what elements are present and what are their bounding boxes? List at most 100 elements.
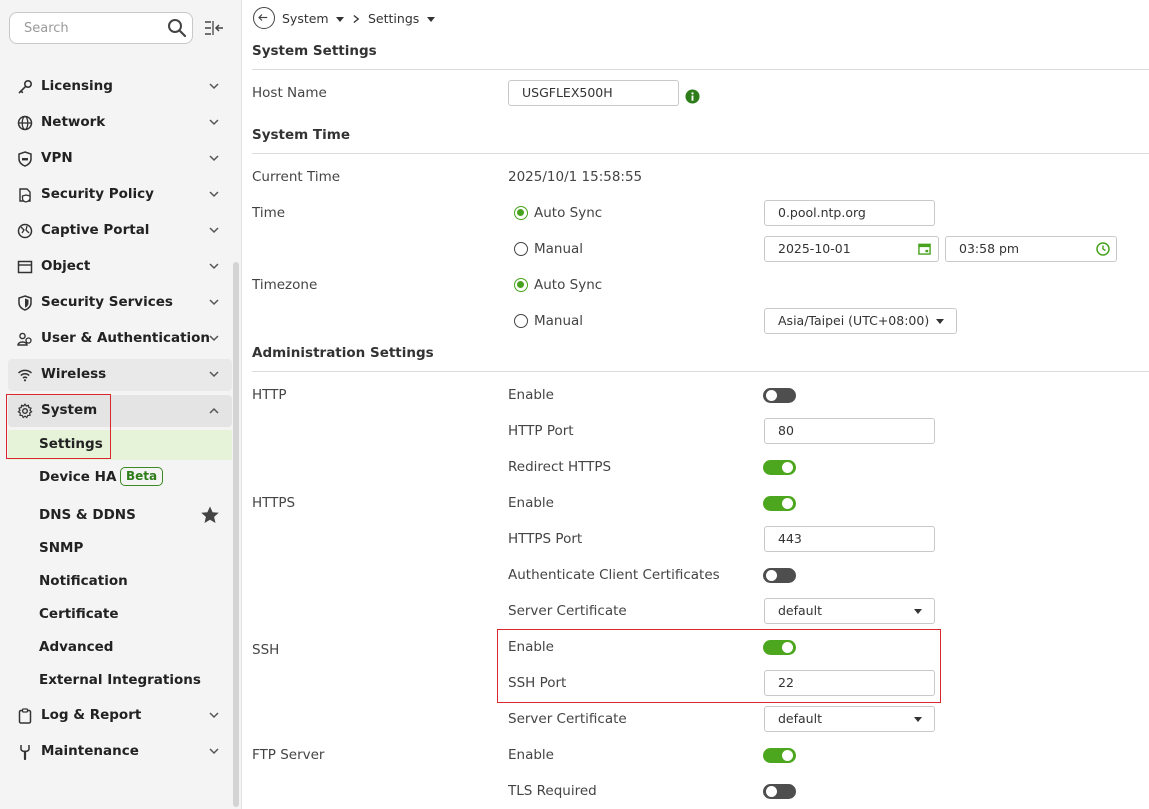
sidebar-subitem-notification[interactable]: Notification — [8, 567, 232, 597]
ftp-enable-toggle[interactable] — [763, 748, 796, 763]
https-label: HTTPS — [252, 495, 296, 511]
sidebar-item-label: Licensing — [41, 78, 113, 94]
ssh-port-input[interactable]: 22 — [764, 670, 935, 696]
star-icon[interactable] — [200, 505, 220, 525]
current-time-label: Current Time — [252, 169, 341, 185]
sidebar-subitem-label: Settings — [39, 436, 103, 452]
sidebar-item-object[interactable]: Object — [8, 251, 232, 283]
sidebar-item-label: Network — [41, 114, 106, 130]
key-icon — [18, 79, 33, 94]
host-name-input[interactable]: USGFLEX500H — [508, 80, 679, 106]
sidebar-subitem-label: External Integrations — [39, 672, 201, 688]
tls-required-toggle[interactable] — [763, 784, 796, 799]
sidebar-item-wireless[interactable]: Wireless — [8, 359, 232, 391]
sidebar-item-label: Wireless — [41, 366, 107, 382]
collapse-sidebar-icon[interactable] — [204, 20, 224, 36]
timezone-auto-sync-label: Auto Sync — [534, 277, 603, 293]
sidebar-item-label: User & Authentication — [41, 330, 211, 346]
caret-down-icon — [914, 717, 922, 722]
breadcrumb-system[interactable]: System — [282, 11, 329, 26]
sidebar-item-label: System — [41, 402, 98, 418]
chevron-down-icon — [209, 83, 219, 90]
ntp-server-input[interactable]: 0.pool.ntp.org — [764, 200, 935, 226]
time-auto-sync-radio[interactable] — [514, 206, 528, 220]
sidebar-subitem-settings[interactable]: Settings — [8, 430, 232, 460]
current-time-value: 2025/10/1 15:58:55 — [508, 169, 643, 185]
back-button[interactable] — [253, 7, 275, 29]
timezone-auto-sync-radio[interactable] — [514, 278, 528, 292]
sidebar-item-maintenance[interactable]: Maintenance — [8, 736, 232, 768]
arrow-left-icon — [258, 14, 268, 21]
auth-client-certs-label: Authenticate Client Certificates — [508, 567, 720, 583]
search-input[interactable] — [24, 19, 164, 37]
chevron-up-icon — [209, 407, 219, 414]
sidebar-subitem-label: Advanced — [39, 639, 114, 655]
breadcrumb-settings[interactable]: Settings — [368, 11, 419, 26]
http-label: HTTP — [252, 387, 287, 403]
sidebar-item-security-policy[interactable]: Security Policy — [8, 179, 232, 211]
sidebar-item-network[interactable]: Network — [8, 107, 232, 139]
ssh-enable-toggle[interactable] — [763, 640, 796, 655]
clipboard-icon — [18, 708, 32, 724]
section-title-system-time: System Time — [252, 127, 350, 143]
sidebar-subitem-snmp[interactable]: SNMP — [8, 534, 232, 564]
http-enable-toggle[interactable] — [763, 388, 796, 403]
https-port-input[interactable]: 443 — [764, 526, 935, 552]
info-icon[interactable] — [685, 89, 700, 104]
sidebar-item-user-authentication[interactable]: User & Authentication — [8, 323, 232, 355]
chevron-down-icon — [209, 371, 219, 378]
caret-down-icon[interactable] — [427, 17, 435, 22]
ssh-server-cert-value: default — [778, 711, 822, 726]
manual-date-input[interactable]: 2025-10-01 — [764, 236, 939, 262]
https-server-cert-label: Server Certificate — [508, 603, 627, 619]
security-policy-icon — [19, 188, 31, 203]
https-enable-label: Enable — [508, 495, 554, 511]
time-auto-sync-label: Auto Sync — [534, 205, 603, 221]
captive-portal-icon — [17, 223, 33, 239]
chevron-down-icon — [209, 748, 219, 755]
chevron-right-icon — [353, 14, 360, 24]
time-manual-radio[interactable] — [514, 242, 528, 256]
shield-vpn-icon — [18, 151, 32, 167]
sidebar-subitem-dns-ddns[interactable]: DNS & DDNS — [8, 501, 232, 531]
sidebar-item-log-report[interactable]: Log & Report — [8, 700, 232, 732]
sidebar-item-label: VPN — [41, 150, 73, 166]
sidebar-item-licensing[interactable]: Licensing — [8, 71, 232, 103]
manual-time-value: 03:58 pm — [959, 241, 1020, 256]
chevron-down-icon — [209, 712, 219, 719]
http-port-input[interactable]: 80 — [764, 418, 935, 444]
ftp-enable-label: Enable — [508, 747, 554, 763]
redirect-https-label: Redirect HTTPS — [508, 459, 612, 475]
https-server-cert-value: default — [778, 603, 822, 618]
ftp-server-label: FTP Server — [252, 747, 325, 763]
https-enable-toggle[interactable] — [763, 496, 796, 511]
search-icon[interactable] — [167, 18, 187, 38]
manual-time-input[interactable]: 03:58 pm — [945, 236, 1117, 262]
sidebar-subitem-advanced[interactable]: Advanced — [8, 633, 232, 663]
search-box[interactable] — [9, 12, 193, 44]
object-icon — [17, 260, 33, 274]
sidebar: Licensing Network VPN Security Policy Ca… — [0, 0, 242, 809]
clock-icon[interactable] — [1096, 242, 1110, 256]
calendar-icon[interactable] — [918, 242, 931, 255]
sidebar-item-system[interactable]: System — [8, 395, 232, 427]
sidebar-item-security-services[interactable]: Security Services — [8, 287, 232, 319]
redirect-https-toggle[interactable] — [763, 460, 796, 475]
ssh-server-cert-select[interactable]: default — [764, 706, 935, 732]
sidebar-item-captive-portal[interactable]: Captive Portal — [8, 215, 232, 247]
sidebar-subitem-external-integrations[interactable]: External Integrations — [8, 666, 232, 696]
sidebar-subitem-device-ha[interactable]: Device HA Beta — [8, 463, 232, 493]
sidebar-item-vpn[interactable]: VPN — [8, 143, 232, 175]
sidebar-item-label: Maintenance — [41, 743, 139, 759]
sidebar-scrollbar[interactable] — [233, 262, 239, 807]
sidebar-subitem-label: DNS & DDNS — [39, 507, 136, 523]
timezone-manual-radio[interactable] — [514, 314, 528, 328]
chevron-down-icon — [209, 191, 219, 198]
timezone-select[interactable]: Asia/Taipei (UTC+08:00) — [764, 308, 957, 334]
auth-client-certs-toggle[interactable] — [763, 568, 796, 583]
sidebar-subitem-certificate[interactable]: Certificate — [8, 600, 232, 630]
caret-down-icon[interactable] — [336, 17, 344, 22]
https-server-cert-select[interactable]: default — [764, 598, 935, 624]
sidebar-subitem-label: SNMP — [39, 540, 84, 556]
ssh-label: SSH — [252, 642, 280, 658]
